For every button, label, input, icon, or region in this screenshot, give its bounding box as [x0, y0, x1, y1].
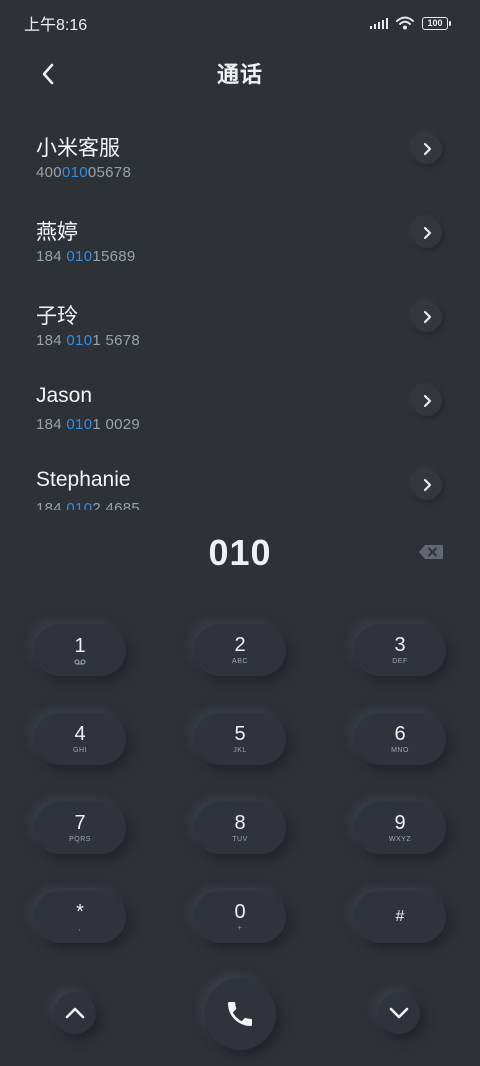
contact-name: 子玲	[36, 305, 78, 328]
contact-number: 184 0101 0029	[36, 416, 140, 433]
chevron-left-icon	[42, 63, 54, 85]
backspace-icon	[419, 545, 443, 559]
key-4[interactable]: 4 GHI	[34, 713, 126, 765]
dialed-number: 010	[208, 532, 272, 573]
contact-item[interactable]: 子玲 184 0101 5678	[0, 288, 480, 372]
key-7[interactable]: 7 PQRS	[34, 802, 126, 854]
contact-number: 40001005678	[36, 164, 131, 181]
voicemail-icon	[74, 659, 86, 665]
status-bar: 上午8:16 100	[0, 0, 480, 46]
number-match: 010	[66, 416, 93, 433]
key-digit: 2	[234, 633, 246, 656]
key-letters: ABC	[232, 657, 248, 665]
chevron-right-icon	[423, 226, 432, 240]
key-digit: 1	[74, 635, 86, 657]
contact-detail-button[interactable]	[412, 302, 442, 332]
dial-display: 010	[0, 528, 480, 578]
number-prefix: 184	[36, 332, 67, 349]
contact-item[interactable]: Jason 184 0101 0029	[0, 372, 480, 456]
status-icons: 100	[370, 16, 451, 30]
call-button[interactable]	[204, 978, 276, 1050]
key-digit: 8	[234, 811, 246, 834]
number-suffix: 1 5678	[92, 332, 141, 349]
battery-icon: 100	[422, 16, 451, 30]
contact-item[interactable]: Stephanie 184 0102 4685	[0, 456, 480, 510]
key-5[interactable]: 5 JKL	[194, 713, 286, 765]
number-suffix: 15689	[92, 248, 136, 265]
key-digit: 6	[394, 722, 406, 745]
number-prefix: 184	[36, 416, 67, 433]
key-digit: 5	[234, 722, 246, 745]
key-8[interactable]: 8 TUV	[194, 802, 286, 854]
backspace-button[interactable]	[418, 542, 444, 562]
status-time: 上午8:16	[24, 17, 88, 34]
key-letters: JKL	[233, 746, 247, 754]
contact-number: 184 01015689	[36, 248, 136, 265]
contact-name: Stephanie	[36, 468, 131, 491]
number-prefix: 184	[36, 500, 67, 510]
key-2[interactable]: 2 ABC	[194, 624, 286, 676]
contact-number: 184 0102 4685	[36, 500, 140, 510]
number-suffix: 05678	[87, 164, 132, 181]
key-letters: ,	[78, 924, 82, 932]
key-1[interactable]: 1	[34, 624, 126, 676]
contact-item[interactable]: 小米客服 40001005678	[0, 120, 480, 204]
key-letters: TUV	[232, 835, 248, 843]
number-suffix: 2 4685	[92, 500, 141, 510]
key-letters: GHI	[73, 746, 87, 754]
contact-name: Jason	[36, 384, 93, 407]
contact-detail-button[interactable]	[412, 218, 442, 248]
chevron-right-icon	[423, 142, 432, 156]
battery-level: 100	[427, 18, 443, 28]
chevron-right-icon	[423, 310, 432, 324]
back-button[interactable]	[30, 56, 66, 92]
key-letters: PQRS	[69, 835, 91, 843]
header: 通话	[0, 50, 480, 96]
page-title: 通话	[216, 62, 263, 87]
number-prefix: 400	[36, 164, 62, 181]
number-match: 010	[66, 332, 93, 349]
key-letters: +	[237, 924, 243, 932]
key-digit: 7	[74, 811, 86, 834]
number-match: 010	[66, 248, 93, 265]
number-match: 010	[66, 500, 93, 510]
signal-icon	[370, 17, 388, 29]
contact-detail-button[interactable]	[412, 470, 442, 500]
number-suffix: 1 0029	[92, 416, 141, 433]
key-9[interactable]: 9 WXYZ	[354, 802, 446, 854]
key-digit: 3	[394, 633, 406, 656]
expand-button[interactable]	[378, 992, 420, 1034]
key-digit: #	[395, 908, 405, 925]
chevron-up-icon	[65, 1007, 85, 1019]
key-letters: DEF	[392, 657, 408, 665]
chevron-down-icon	[389, 1007, 409, 1019]
number-match: 010	[61, 164, 88, 181]
key-digit: 4	[74, 722, 86, 745]
key-3[interactable]: 3 DEF	[354, 624, 446, 676]
key-6[interactable]: 6 MNO	[354, 713, 446, 765]
key-digit: 0	[234, 900, 246, 923]
contact-name: 燕婷	[36, 221, 78, 244]
chevron-right-icon	[423, 394, 432, 408]
key-digit: 9	[394, 811, 406, 834]
key-0[interactable]: 0 +	[194, 891, 286, 943]
bottom-bar	[0, 978, 480, 1058]
key-hash[interactable]: #	[354, 891, 446, 943]
contact-number: 184 0101 5678	[36, 332, 140, 349]
contact-detail-button[interactable]	[412, 134, 442, 164]
key-letters: WXYZ	[388, 835, 412, 843]
collapse-keypad-button[interactable]	[54, 992, 96, 1034]
wifi-icon	[396, 16, 414, 30]
contact-results-list[interactable]: 小米客服 40001005678 燕婷 184 01015689 子玲 184 …	[0, 120, 480, 510]
number-prefix: 184	[36, 248, 67, 265]
chevron-right-icon	[423, 478, 432, 492]
key-star[interactable]: * ,	[34, 891, 126, 943]
contact-detail-button[interactable]	[412, 386, 442, 416]
phone-icon	[228, 1002, 252, 1026]
contact-name: 小米客服	[36, 137, 120, 160]
key-letters: MNO	[391, 746, 409, 754]
contact-item[interactable]: 燕婷 184 01015689	[0, 204, 480, 288]
key-digit: *	[76, 900, 84, 923]
